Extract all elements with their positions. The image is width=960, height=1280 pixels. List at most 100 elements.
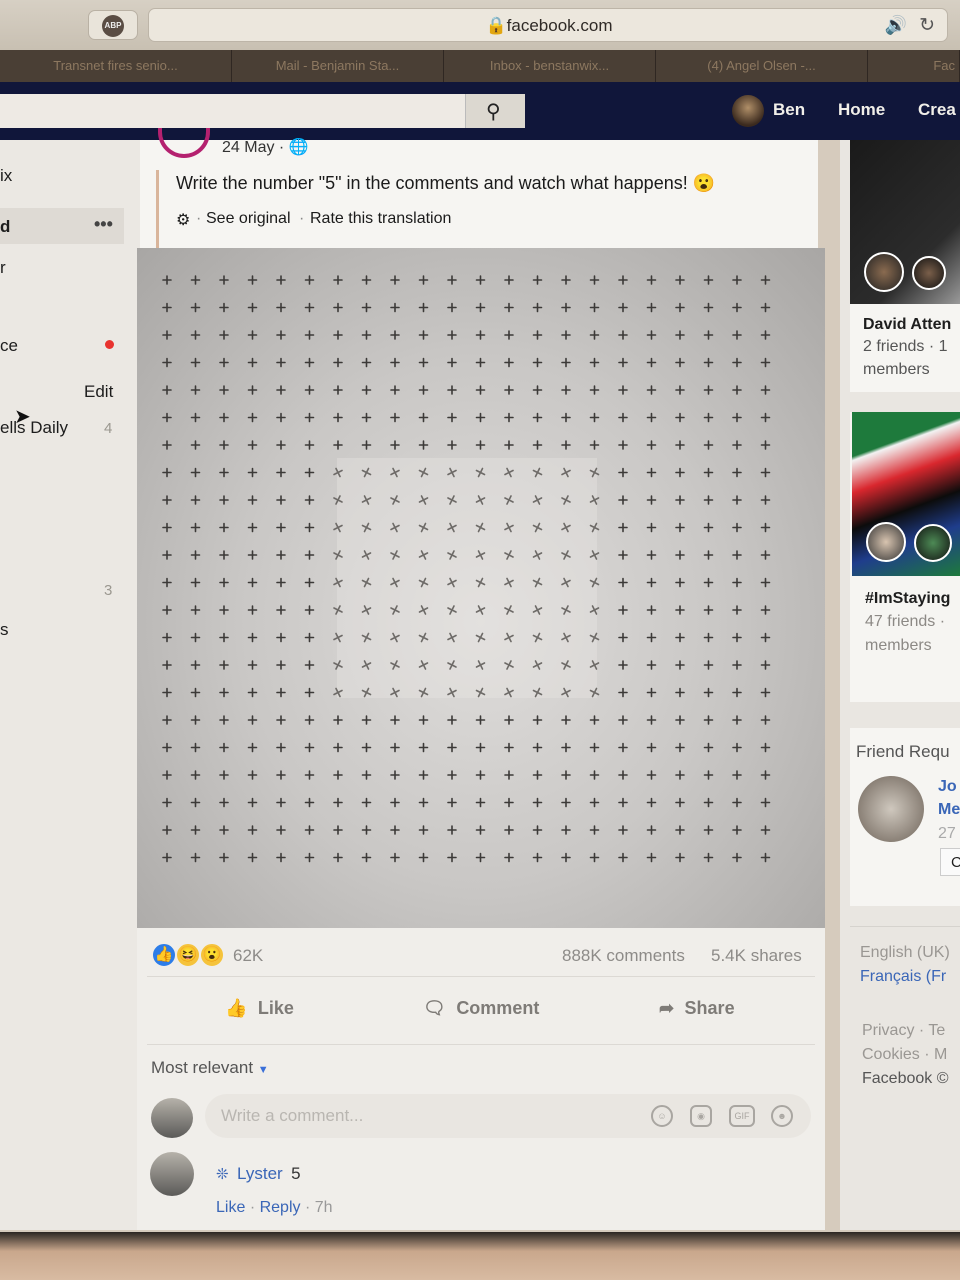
search-input[interactable] [0, 94, 465, 128]
illusion-cross [361, 852, 372, 863]
post-image[interactable] [137, 248, 825, 928]
page-avatar[interactable] [158, 128, 210, 158]
friend-request-avatar[interactable] [858, 776, 924, 842]
illusion-cross [732, 385, 742, 395]
share-button[interactable]: ➦ Share [659, 998, 735, 1019]
gif-icon[interactable]: GIF [729, 1105, 755, 1127]
illusion-cross [390, 467, 400, 478]
edit-link[interactable]: Edit [84, 382, 113, 402]
confirm-button[interactable]: C [940, 848, 960, 876]
reload-icon[interactable]: ↻ [919, 14, 935, 37]
group-card[interactable]: #ImStaying 47 friends · members [850, 412, 960, 702]
illusion-cross [219, 797, 229, 808]
sidebar-item[interactable]: s [0, 620, 9, 640]
illusion-cross [390, 852, 400, 863]
privacy-link[interactable]: Privacy · Te [862, 1022, 945, 1040]
friend-request-name[interactable]: Me [938, 801, 960, 819]
group-name[interactable]: #ImStaying [865, 590, 950, 608]
sidebar-item[interactable]: ix [0, 166, 12, 186]
illusion-cross [589, 660, 600, 670]
illusion-cross [618, 742, 628, 753]
comment-input[interactable]: Write a comment... ☺ ◉ GIF ☻ [205, 1094, 811, 1138]
comment-button[interactable]: 🗨 Comment [423, 998, 539, 1019]
sticker-icon[interactable]: ☻ [771, 1105, 793, 1127]
see-original-link[interactable]: See original [206, 210, 291, 228]
speaker-icon[interactable]: 🔊 [885, 15, 907, 36]
tab-mail[interactable]: Mail - Benjamin Sta... [232, 50, 444, 82]
illusion-cross [675, 467, 685, 478]
group-name[interactable]: David Atten [863, 316, 951, 334]
illusion-cross [532, 385, 543, 395]
camera-icon[interactable]: ◉ [690, 1105, 712, 1127]
illusion-cross [504, 770, 514, 780]
illusion-cross [219, 660, 229, 670]
user-avatar[interactable] [732, 95, 764, 127]
illusion-cross [561, 687, 571, 698]
group-card[interactable]: David Atten 2 friends · 1 members [850, 140, 960, 392]
illusion-cross [732, 632, 742, 643]
comment-icon: 🗨 [423, 998, 446, 1018]
illusion-cross [589, 687, 600, 698]
create-link[interactable]: Crea [918, 100, 956, 120]
comment-like-link[interactable]: Like [216, 1199, 245, 1216]
sort-dropdown[interactable]: Most relevant ▼ [151, 1058, 269, 1078]
illusion-cross [618, 797, 628, 808]
search-button[interactable]: ⚲ [465, 94, 525, 128]
current-user-avatar[interactable] [151, 1098, 193, 1138]
profile-link[interactable]: Ben [773, 100, 805, 120]
illusion-cross [504, 660, 514, 670]
tab-angel-olsen[interactable]: (4) Angel Olsen -... [656, 50, 868, 82]
illusion-cross [390, 770, 400, 780]
home-link[interactable]: Home [838, 100, 885, 120]
address-bar[interactable]: 🔒facebook.com 🔊 ↻ [148, 8, 948, 42]
comment-author[interactable]: Lyster [237, 1164, 283, 1183]
illusion-cross [304, 660, 315, 670]
illusion-cross [361, 687, 372, 698]
post-date[interactable]: 24 May · 🌐 [222, 137, 309, 157]
tab-transnet[interactable]: Transnet fires senio... [0, 50, 232, 82]
like-button[interactable]: 👍 Like [225, 998, 294, 1019]
rate-translation-link[interactable]: Rate this translation [310, 210, 451, 228]
illusion-cross [561, 605, 571, 615]
illusion-cross [561, 550, 571, 560]
illusion-cross [760, 687, 771, 698]
adblock-button[interactable]: ABP [88, 10, 138, 40]
illusion-cross [304, 770, 315, 780]
cookies-link[interactable]: Cookies · M [862, 1046, 947, 1064]
reaction-icons[interactable]: 👍 😆 😮 [149, 928, 239, 982]
illusion-cross [162, 330, 172, 340]
illusion-cross [475, 797, 486, 808]
comments-count[interactable]: 888K comments [562, 946, 685, 966]
reaction-count[interactable]: 62K [233, 946, 263, 966]
illusion-cross [304, 357, 315, 368]
illusion-cross [333, 577, 343, 588]
illusion-cross [618, 495, 628, 505]
illusion-cross [162, 412, 172, 423]
comment-reply-link[interactable]: Reply [260, 1199, 301, 1216]
tab-facebook[interactable]: Fac [868, 50, 960, 82]
monitor-bezel [0, 1232, 960, 1280]
illusion-cross [703, 440, 714, 450]
smiley-icon[interactable]: ☺ [651, 1105, 673, 1127]
illusion-cross [675, 797, 685, 808]
illusion-cross [247, 852, 258, 863]
illusion-cross [703, 825, 714, 835]
comment-time[interactable]: 7h [315, 1199, 333, 1216]
sidebar-item[interactable]: r [0, 258, 6, 278]
shares-count[interactable]: 5.4K shares [711, 946, 802, 966]
sidebar-item[interactable]: ells Daily [0, 418, 68, 438]
friend-request-name[interactable]: Jo [938, 778, 957, 796]
commenter-avatar[interactable] [150, 1152, 194, 1196]
language-link[interactable]: Français (Fr [860, 968, 946, 986]
illusion-cross [475, 687, 486, 698]
illusion-cross [447, 550, 457, 560]
illusion-cross [361, 495, 372, 505]
illusion-cross [675, 715, 685, 725]
illusion-cross [532, 357, 543, 368]
sidebar-item[interactable]: ce [0, 336, 18, 356]
illusion-cross [276, 797, 286, 808]
tab-inbox[interactable]: Inbox - benstanwix... [444, 50, 656, 82]
illusion-pattern [162, 275, 771, 863]
more-options-icon[interactable]: ••• [94, 214, 113, 235]
sidebar-item-selected[interactable]: d ••• [0, 208, 124, 244]
